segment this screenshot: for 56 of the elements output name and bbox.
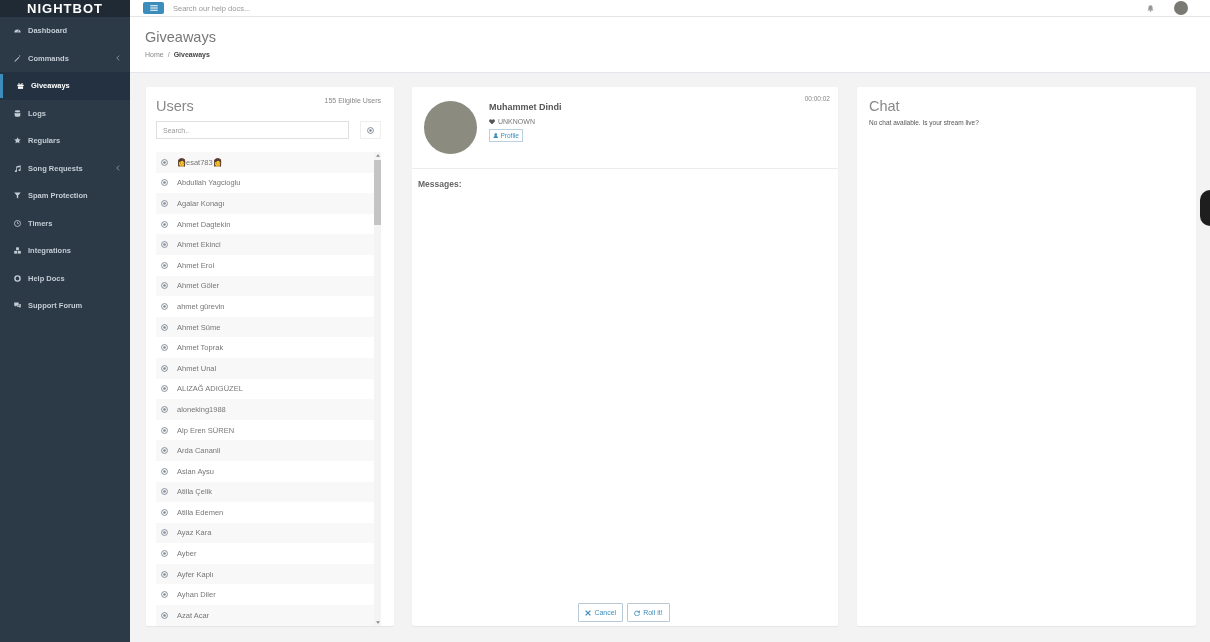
panel-title: Chat [869,97,900,115]
refresh-icon [634,609,641,616]
dot-circle-icon [161,570,168,578]
dot-circle-icon [161,179,168,187]
target-button[interactable] [360,121,381,139]
dot-circle-icon [161,200,168,207]
dot-circle-icon [161,241,168,249]
dot-circle-icon [161,344,168,352]
dot-circle-icon [161,508,168,516]
dot-circle-icon [161,302,168,310]
clock-icon [14,219,21,227]
menu-button[interactable] [143,2,164,14]
dot-circle-icon [161,611,168,619]
dot-circle-icon [161,220,168,228]
page-title: Giveaways [145,28,216,46]
messages-label: Messages: [418,179,462,189]
dot-circle-icon [161,364,168,372]
scroll-down-arrow-icon[interactable] [375,621,380,624]
dot-circle-icon [161,447,168,455]
filter-icon [14,192,21,200]
music-note-icon [14,164,21,172]
winner-name: Muhammet Dindi [489,101,562,113]
dot-circle-icon [161,467,168,475]
dot-circle-icon [367,126,374,134]
dot-circle-icon [161,261,168,269]
star-icon [14,137,21,145]
dot-circle-icon [161,158,168,166]
close-icon [585,609,592,616]
dot-circle-icon [161,529,168,537]
gauge-icon [14,27,21,35]
dot-circle-icon [161,405,168,413]
avatar-placeholder [424,101,477,154]
scrollbar-thumb[interactable] [374,160,381,225]
floating-action-button[interactable] [1200,190,1210,226]
comments-icon [14,302,21,310]
database-icon [14,109,21,117]
dot-circle-icon [161,385,168,393]
logo-text[interactable]: NIGHTBOT [27,1,103,16]
bell-icon[interactable] [1147,4,1154,12]
panel-title: Users [156,97,194,115]
dot-circle-icon [161,323,168,331]
scroll-up-arrow-icon[interactable] [375,154,380,157]
dot-circle-icon [161,591,168,599]
scrollbar[interactable] [374,152,381,626]
heart-icon [489,118,495,125]
dot-circle-icon [161,426,168,434]
gift-icon [17,82,24,90]
life-ring-icon [14,274,21,282]
dot-circle-icon [161,488,168,496]
avatar-placeholder[interactable] [1174,1,1188,15]
cubes-icon [14,247,21,255]
dot-circle-icon [161,550,168,558]
dot-circle-icon [161,282,168,290]
user-icon [493,132,499,139]
menu-icon [149,5,158,11]
wand-icon [14,54,21,62]
